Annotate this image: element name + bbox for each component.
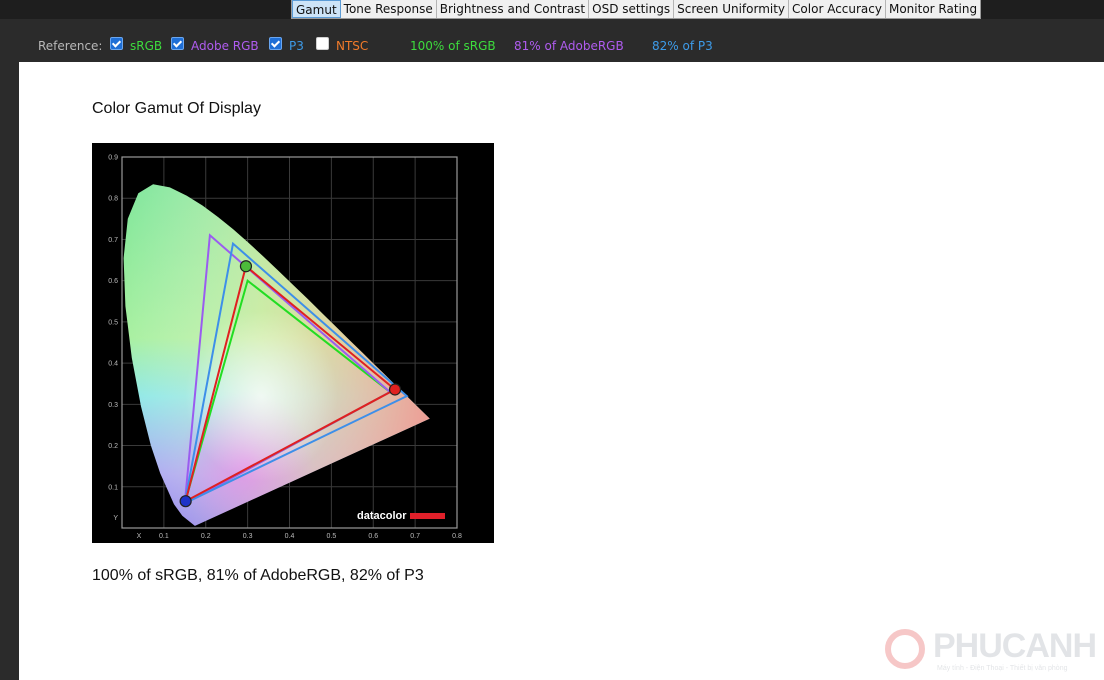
tab-screen-uniformity[interactable]: Screen Uniformity — [674, 0, 790, 18]
y-tick-label: 0.9 — [108, 155, 118, 162]
y-tick-label: 0.4 — [108, 361, 118, 368]
phucanh-logo-icon — [885, 629, 925, 669]
spectral-locus-fill-layer — [123, 184, 430, 526]
x-tick-label: 0.7 — [410, 533, 420, 540]
reference-label: Reference: — [38, 39, 103, 53]
y-tick-label: 0.7 — [108, 237, 118, 244]
tab-gamut[interactable]: Gamut — [292, 0, 341, 18]
x-axis-letter: X — [137, 533, 142, 540]
adobe-rgb-checkbox[interactable] — [171, 37, 184, 50]
p3-option-label[interactable]: P3 — [289, 39, 304, 53]
y-tick-label: 0.6 — [108, 278, 118, 285]
y-tick-label: 0.8 — [108, 196, 118, 203]
srgb-coverage: 100% of sRGB — [410, 39, 496, 53]
tab-color-accuracy[interactable]: Color Accuracy — [789, 0, 886, 18]
x-tick-label: 0.4 — [285, 533, 295, 540]
tab-osd-settings[interactable]: OSD settings — [589, 0, 675, 18]
p3-coverage: 82% of P3 — [652, 39, 713, 53]
y-tick-label: 0.1 — [108, 484, 118, 491]
tab-bar: Gamut Tone Response Brightness and Contr… — [0, 0, 1104, 19]
tab-tone-response[interactable]: Tone Response — [341, 0, 437, 18]
x-tick-label: 0.5 — [327, 533, 337, 540]
y-axis-letter: Y — [113, 515, 118, 522]
tab-monitor-rating[interactable]: Monitor Rating — [886, 0, 980, 18]
page-title: Color Gamut Of Display — [92, 100, 261, 117]
spectral-locus — [123, 184, 430, 526]
tab-brightness-contrast[interactable]: Brightness and Contrast — [437, 0, 590, 18]
x-tick-label: 0.1 — [159, 533, 169, 540]
y-tick-label: 0.3 — [108, 402, 118, 409]
gamut-diagram: 0.1 0.2 0.3 0.4 0.5 0.6 0.7 0.8 0.1 0.2 0.3 0.4 0.5 0… — [92, 143, 494, 543]
adobe-rgb-option-label[interactable]: Adobe RGB — [191, 39, 259, 53]
cie-chromaticity-chart: 0.1 0.2 0.3 0.4 0.5 0.6 0.7 0.8 0.1 0.2 0.3 0.4 0.5 0… — [108, 155, 462, 541]
adobe-rgb-coverage: 81% of AdobeRGB — [514, 39, 624, 53]
report-panel: Color Gamut Of Display 0.1 0.2 0.3 0.4 0… — [19, 62, 1104, 680]
tab-strip: Gamut Tone Response Brightness and Contr… — [291, 0, 982, 19]
blue-primary-marker — [179, 495, 192, 508]
phucanh-brand-text: PHUCANH — [933, 627, 1097, 665]
datacolor-red-bar — [410, 513, 445, 519]
phucanh-watermark: PHUCANH Máy tính - Điện Thoại - Thiết bị… — [885, 625, 1097, 675]
reference-toolbar: Reference: sRGB Adobe RGB P3 NTSC 100% o… — [0, 19, 1104, 62]
srgb-checkbox[interactable] — [110, 37, 123, 50]
srgb-option-label[interactable]: sRGB — [130, 39, 162, 53]
x-tick-label: 0.2 — [201, 533, 211, 540]
y-tick-label: 0.2 — [108, 443, 118, 450]
ntsc-option-label[interactable]: NTSC — [336, 39, 368, 53]
green-primary-marker — [239, 260, 253, 273]
datacolor-brand-text: datacolor — [357, 510, 407, 522]
ntsc-checkbox[interactable] — [316, 37, 329, 50]
x-tick-label: 0.6 — [368, 533, 378, 540]
red-primary-marker — [388, 383, 402, 396]
gamut-caption: 100% of sRGB, 81% of AdobeRGB, 82% of P3 — [92, 567, 424, 584]
x-tick-label: 0.8 — [452, 533, 462, 540]
datacolor-logo: datacolor — [357, 510, 445, 522]
p3-checkbox[interactable] — [269, 37, 282, 50]
x-tick-label: 0.3 — [243, 533, 253, 540]
y-tick-label: 0.5 — [108, 319, 118, 326]
phucanh-tagline: Máy tính - Điện Thoại - Thiết bị văn phò… — [937, 665, 1068, 672]
